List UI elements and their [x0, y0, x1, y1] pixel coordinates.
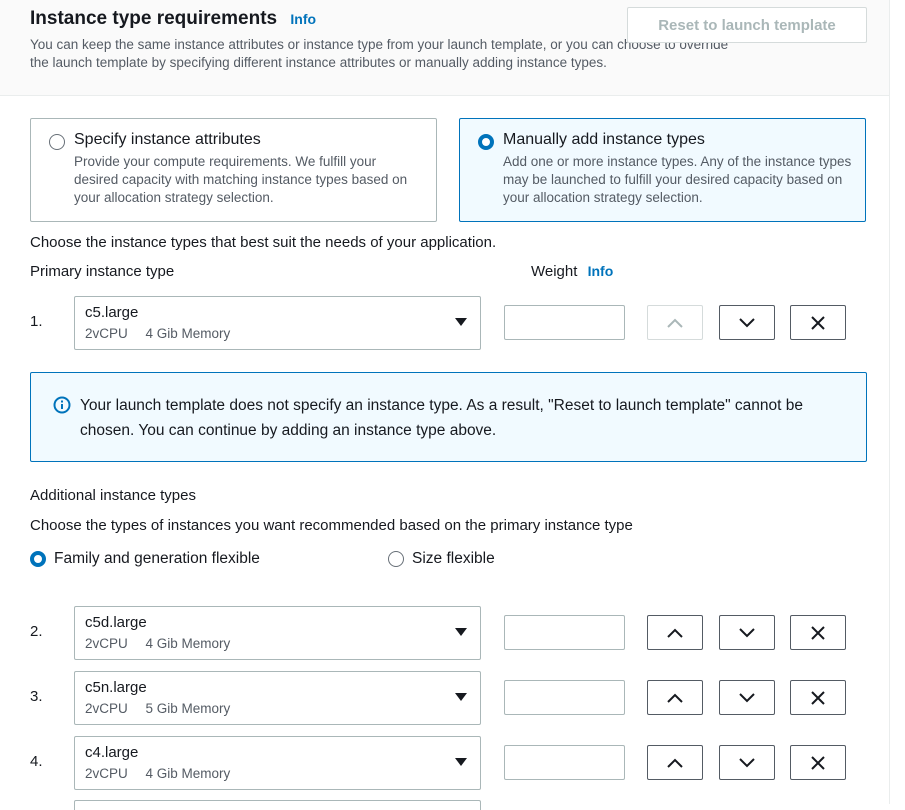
radio-checked-icon[interactable] — [30, 551, 46, 567]
weight-input[interactable] — [504, 305, 625, 340]
tile-manually-add[interactable]: Manually add instance types Add one or m… — [459, 118, 866, 222]
instance-type-select[interactable]: c4.large 2vCPU 4 Gib Memory — [74, 736, 481, 790]
memory-text: 4 Gib Memory — [145, 766, 231, 781]
instance-type-name: c5.large — [85, 304, 139, 321]
chevron-down-icon — [739, 627, 755, 637]
weight-input[interactable] — [504, 680, 625, 715]
weight-info-link[interactable]: Info — [588, 263, 614, 279]
option-label: Family and generation flexible — [54, 550, 260, 567]
weight-input[interactable] — [504, 615, 625, 650]
option-family-generation-flexible[interactable]: Family and generation flexible — [30, 550, 260, 568]
close-icon — [811, 690, 825, 705]
close-icon — [811, 315, 825, 330]
row-number: 2. — [30, 623, 43, 640]
close-icon — [811, 755, 825, 770]
chevron-up-icon — [667, 693, 683, 703]
tile-title: Manually add instance types — [503, 131, 705, 148]
caret-down-icon — [455, 628, 467, 636]
vcpu-text: 2vCPU — [85, 326, 128, 341]
move-up-button[interactable] — [647, 615, 703, 650]
tile-description: Add one or more instance types. Any of t… — [503, 154, 852, 205]
remove-button[interactable] — [790, 305, 846, 340]
row-number: 4. — [30, 753, 43, 770]
info-circle-icon — [53, 396, 71, 414]
section-title: Instance type requirements Info — [30, 8, 316, 30]
instance-type-specs: 2vCPU 4 Gib Memory — [85, 326, 230, 341]
choose-instance-types-text: Choose the instance types that best suit… — [30, 234, 497, 251]
instance-type-name: c4.large — [85, 744, 139, 761]
tile-title: Specify instance attributes — [74, 131, 261, 148]
radio-checked-icon[interactable] — [478, 134, 494, 150]
caret-down-icon — [455, 758, 467, 766]
reset-to-launch-template-button[interactable]: Reset to launch template — [627, 7, 867, 43]
chevron-up-icon — [667, 758, 683, 768]
instance-type-select-partial[interactable] — [74, 800, 481, 810]
instance-type-name: c5d.large — [85, 614, 147, 631]
container-border — [889, 0, 890, 804]
weight-label-text: Weight — [531, 263, 578, 280]
move-down-button[interactable] — [719, 305, 775, 340]
instance-type-specs: 2vCPU 5 Gib Memory — [85, 701, 230, 716]
chevron-down-icon — [739, 317, 755, 327]
move-down-button[interactable] — [719, 615, 775, 650]
alert-message: Your launch template does not specify an… — [80, 397, 804, 439]
remove-button[interactable] — [790, 680, 846, 715]
additional-prompt: Choose the types of instances you want r… — [30, 517, 633, 534]
instance-type-select[interactable]: c5d.large 2vCPU 4 Gib Memory — [74, 606, 481, 660]
caret-down-icon — [455, 693, 467, 701]
tile-description: Provide your compute requirements. We fu… — [74, 154, 408, 205]
memory-text: 4 Gib Memory — [145, 636, 231, 651]
close-icon — [811, 625, 825, 640]
remove-button[interactable] — [790, 615, 846, 650]
vcpu-text: 2vCPU — [85, 766, 128, 781]
primary-instance-type-label: Primary instance type — [30, 263, 175, 280]
radio-icon[interactable] — [49, 134, 65, 150]
chevron-up-icon — [667, 318, 683, 328]
vcpu-text: 2vCPU — [85, 636, 128, 651]
weight-label: Weight Info — [531, 263, 613, 280]
instance-type-name: c5n.large — [85, 679, 147, 696]
tile-specify-attributes[interactable]: Specify instance attributes Provide your… — [30, 118, 437, 222]
memory-text: 5 Gib Memory — [145, 701, 231, 716]
move-down-button[interactable] — [719, 680, 775, 715]
chevron-up-icon — [667, 628, 683, 638]
primary-instance-type-select[interactable]: c5.large 2vCPU 4 Gib Memory — [74, 296, 481, 350]
row-number: 3. — [30, 688, 43, 705]
info-alert: Your launch template does not specify an… — [30, 372, 867, 462]
remove-button[interactable] — [790, 745, 846, 780]
memory-text: 4 Gib Memory — [145, 326, 231, 341]
option-size-flexible[interactable]: Size flexible — [388, 550, 495, 568]
row-number: 1. — [30, 313, 43, 330]
weight-input[interactable] — [504, 745, 625, 780]
vcpu-text: 2vCPU — [85, 701, 128, 716]
instance-type-select[interactable]: c5n.large 2vCPU 5 Gib Memory — [74, 671, 481, 725]
instance-type-specs: 2vCPU 4 Gib Memory — [85, 636, 230, 651]
chevron-down-icon — [739, 692, 755, 702]
instance-type-specs: 2vCPU 4 Gib Memory — [85, 766, 230, 781]
caret-down-icon — [455, 318, 467, 326]
option-label: Size flexible — [412, 550, 495, 567]
chevron-down-icon — [739, 757, 755, 767]
move-down-button[interactable] — [719, 745, 775, 780]
move-up-button[interactable] — [647, 680, 703, 715]
section-header: Instance type requirements Info You can … — [0, 0, 889, 96]
move-up-button[interactable] — [647, 305, 703, 340]
additional-instance-types-label: Additional instance types — [30, 487, 196, 504]
title-info-link[interactable]: Info — [290, 11, 316, 27]
move-up-button[interactable] — [647, 745, 703, 780]
section-title-text: Instance type requirements — [30, 8, 278, 29]
radio-icon[interactable] — [388, 551, 404, 567]
